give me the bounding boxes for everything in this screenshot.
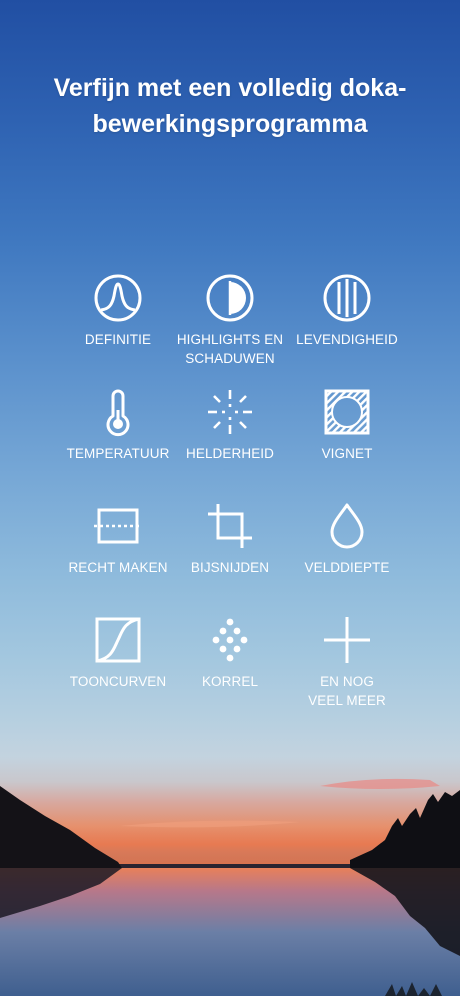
- tone-curve-icon: [95, 617, 141, 663]
- definition-icon: [94, 274, 142, 322]
- tool-more-label-line2: VEEL MEER: [308, 693, 386, 708]
- depth-of-field-icon: [330, 503, 364, 549]
- tool-vignette-label: VIGNET: [321, 446, 373, 461]
- plus-icon: [324, 617, 370, 663]
- headline: Verfijn met een volledig doka- bewerking…: [0, 70, 460, 142]
- sunset-landscape-background: [0, 778, 460, 996]
- crop-icon: [208, 504, 252, 548]
- tool-highlights-label-line1: HIGHLIGHTS EN: [176, 332, 284, 347]
- straighten-icon: [94, 508, 142, 544]
- tool-vibrance: LEVENDIGHEID: [277, 272, 417, 349]
- tool-highlights-label-line2: SCHADUWEN: [185, 351, 275, 366]
- brightness-icon: [208, 390, 252, 434]
- tool-more-label: EN NOG VEEL MEER: [277, 672, 417, 710]
- grain-icon: [212, 618, 248, 662]
- tool-depth-label: VELDDIEPTE: [304, 560, 390, 575]
- tool-depth-of-field: VELDDIEPTE: [277, 500, 417, 577]
- highlights-shadows-icon: [206, 274, 254, 322]
- thermometer-icon: [106, 389, 130, 437]
- vibrance-icon: [323, 274, 371, 322]
- headline-line-2: bewerkingsprogramma: [92, 110, 368, 138]
- tool-more: EN NOG VEEL MEER: [277, 614, 417, 710]
- tool-more-label-line1: EN NOG: [320, 674, 374, 689]
- tool-vignette: VIGNET: [277, 386, 417, 463]
- tool-vibrance-label: LEVENDIGHEID: [296, 332, 398, 347]
- vignette-icon: [324, 389, 370, 435]
- headline-line-1: Verfijn met een volledig doka-: [53, 74, 407, 102]
